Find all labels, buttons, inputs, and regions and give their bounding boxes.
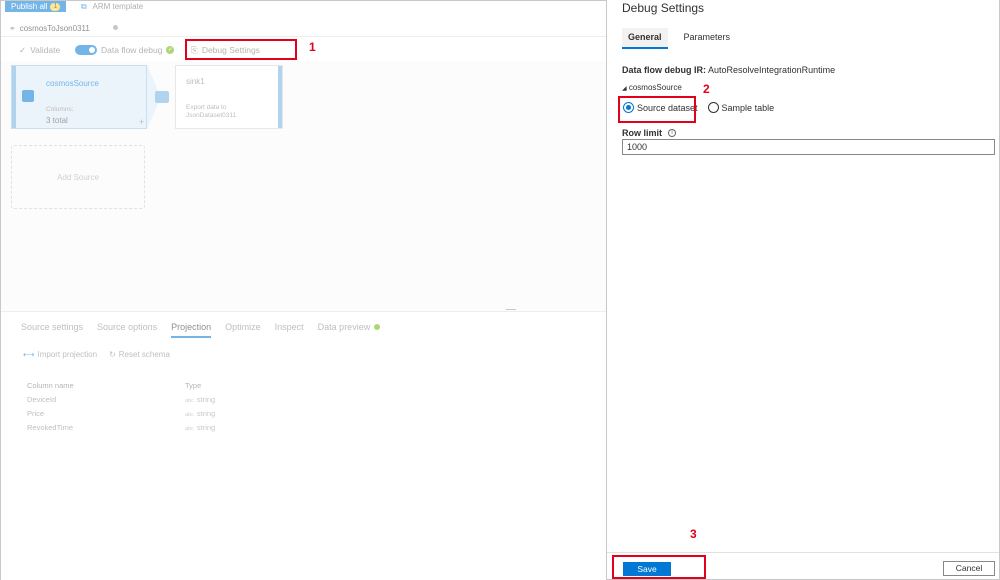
schema-header-row: Column name Type [27, 378, 287, 392]
dataflow-toolbar: ✓ Validate Data flow debug ✓ ⎘ Debug Set… [1, 41, 607, 59]
tab-data-preview-label: Data preview [317, 322, 371, 332]
projection-actions: ⟷ Import projection ↻ Reset schema [23, 350, 170, 359]
debug-ir-label: Data flow debug IR: [622, 65, 706, 75]
source-node-value: 3 total [46, 116, 68, 125]
debug-ir-value: AutoResolveIntegrationRuntime [708, 65, 836, 75]
dataflow-tab-label: cosmosToJson0311 [19, 23, 90, 33]
status-dot-icon [374, 324, 381, 330]
import-projection-label: Import projection [37, 350, 98, 359]
publish-all-label: Publish all [11, 2, 48, 11]
dataflow-debug-label: Data flow debug [101, 45, 163, 55]
type-prefix: abc [185, 411, 194, 418]
debug-ir-line: Data flow debug IR: AutoResolveIntegrati… [622, 65, 835, 75]
tab-projection[interactable]: Projection [171, 322, 212, 338]
dataflow-canvas[interactable]: cosmosSource Columns: 3 total + sink1 Ex… [1, 61, 607, 311]
dataflow-tab[interactable]: ⚭ cosmosToJson0311 [9, 21, 90, 35]
panel-tabs: General Parameters [622, 28, 736, 49]
debug-status-icon: ✓ [166, 46, 175, 54]
sink-node-bar [278, 66, 282, 128]
table-row: DeviceId abc string [27, 392, 287, 406]
step-label-1: 1 [309, 40, 316, 54]
type-value: string [196, 408, 216, 418]
source-section-header[interactable]: ◢ cosmosSource [622, 83, 682, 92]
sink-node-desc-1: Export data to [186, 104, 227, 111]
import-projection-button[interactable]: ⟷ Import projection [23, 350, 97, 359]
row-limit-text: Row limit [622, 128, 662, 138]
add-transform-icon[interactable]: + [139, 117, 144, 127]
arm-template-icon: ⧉ [81, 2, 87, 11]
publish-count-badge: 1 [50, 2, 61, 11]
type-cell: abc string [185, 409, 215, 418]
row-limit-input[interactable] [622, 139, 995, 155]
radio-sample-table[interactable]: Sample table [707, 102, 775, 113]
step-label-3: 3 [690, 527, 697, 541]
check-icon: ✓ [19, 44, 27, 55]
sink-connector-icon [155, 91, 169, 103]
source-section-label: cosmosSource [628, 83, 682, 92]
column-name-cell: Price [27, 408, 45, 418]
add-source-button[interactable]: Add Source [11, 145, 145, 209]
dataflow-workspace: Publish all 1 ⧉ ARM template ⚭ cosmosToJ… [0, 0, 607, 580]
panel-splitter[interactable] [506, 309, 516, 310]
highlight-box-save [612, 555, 706, 579]
tab-general[interactable]: General [622, 28, 668, 49]
arm-template-button[interactable]: ⧉ ARM template [81, 1, 143, 12]
schema-table: Column name Type DeviceId abc string Pric… [27, 378, 287, 434]
source-node[interactable]: cosmosSource Columns: 3 total [11, 65, 147, 129]
source-node-title: cosmosSource [46, 79, 99, 88]
tab-optimize[interactable]: Optimize [225, 322, 261, 338]
highlight-box-debug-settings [185, 39, 297, 60]
collapse-triangle-icon: ◢ [622, 86, 627, 92]
step-label-2: 2 [703, 82, 710, 96]
source-node-bar [12, 66, 16, 128]
table-row: Price abc string [27, 406, 287, 420]
reset-schema-button[interactable]: ↻ Reset schema [109, 350, 170, 359]
reset-schema-label: Reset schema [118, 350, 170, 359]
radio-unselected-icon[interactable] [707, 102, 719, 113]
tab-source-options[interactable]: Source options [97, 322, 157, 338]
reset-icon: ↻ [109, 350, 116, 359]
cancel-button[interactable]: Cancel [943, 561, 995, 576]
publish-all-button[interactable]: Publish all 1 [5, 1, 67, 12]
debug-settings-panel: Debug Settings General Parameters Data f… [606, 0, 1000, 580]
tab-source-settings[interactable]: Source settings [21, 322, 83, 338]
import-icon: ⟷ [23, 350, 35, 359]
panel-footer-divider [607, 552, 999, 553]
tab-data-preview[interactable]: Data preview [318, 322, 381, 338]
type-value: string [196, 394, 216, 404]
table-row: RevokedTime abc string [27, 420, 287, 434]
column-name-cell: DeviceId [27, 394, 57, 404]
panel-title: Debug Settings [622, 1, 705, 15]
cosmos-db-icon [22, 90, 34, 102]
type-cell: abc string [185, 395, 215, 404]
sink-node-title: sink1 [186, 77, 205, 86]
dataflow-debug-toggle[interactable]: Data flow debug ✓ [75, 44, 175, 56]
validate-label: Validate [30, 45, 61, 55]
type-prefix: abc [185, 425, 194, 432]
column-name-header: Column name [27, 380, 74, 390]
dataflow-icon: ⚭ [9, 23, 16, 33]
type-value: string [196, 422, 216, 432]
bottom-config-panel: Source settings Source options Projectio… [1, 311, 607, 580]
tab-parameters[interactable]: Parameters [678, 28, 737, 49]
row-limit-label: Row limit i [622, 128, 676, 138]
sink-node[interactable]: sink1 Export data to JsonDataset0311 [175, 65, 283, 129]
toggle-switch[interactable] [75, 45, 97, 55]
tab-inspect[interactable]: Inspect [275, 322, 304, 338]
column-name-cell: RevokedTime [27, 422, 73, 432]
type-prefix: abc [185, 397, 194, 404]
radio-sample-table-label: Sample table [721, 102, 775, 113]
top-bar: Publish all 1 ⧉ ARM template [1, 1, 607, 13]
validate-button[interactable]: ✓ Validate [19, 44, 60, 56]
sink-node-desc-2: JsonDataset0311 [186, 112, 237, 119]
arm-template-label: ARM template [92, 2, 144, 11]
type-cell: abc string [185, 423, 215, 432]
highlight-box-source-dataset [618, 96, 696, 123]
config-tabs: Source settings Source options Projectio… [21, 322, 381, 338]
document-tab-bar: ⚭ cosmosToJson0311 [1, 18, 607, 37]
source-node-sub: Columns: [46, 106, 74, 113]
unsaved-dot-icon [113, 25, 118, 30]
type-header: Type [185, 380, 202, 390]
info-icon[interactable]: i [668, 129, 676, 137]
